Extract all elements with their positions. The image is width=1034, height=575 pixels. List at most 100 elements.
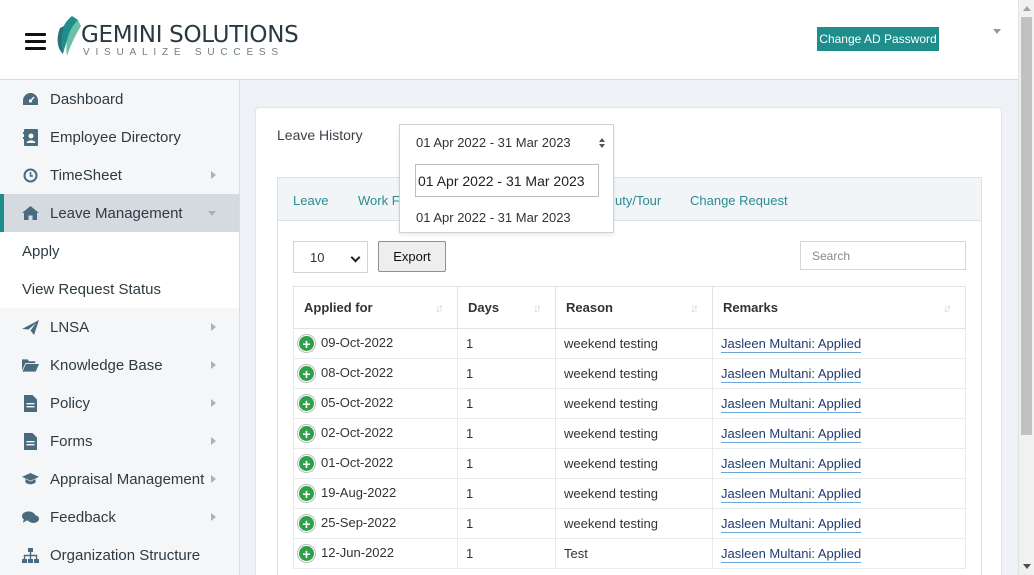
tab-change-request[interactable]: Change Request	[690, 193, 788, 208]
cell-reason: weekend testing	[555, 418, 713, 449]
expand-arrow-icon	[211, 171, 216, 179]
sidebar-item-organization-structure[interactable]: Organization Structure	[0, 536, 239, 574]
sidebar-item-lnsa[interactable]: LNSA	[0, 308, 239, 346]
period-option[interactable]: 01 Apr 2022 - 31 Mar 2023	[416, 210, 571, 225]
cell-days: 1	[457, 508, 556, 539]
sort-icon: ↓↑	[533, 301, 542, 315]
expand-row-plus-icon[interactable]: +	[298, 455, 315, 473]
cell-applied-for: +09-Oct-2022	[293, 328, 458, 359]
period-selected-value[interactable]: 01 Apr 2022 - 31 Mar 2023	[416, 135, 571, 150]
expand-arrow-icon	[211, 399, 216, 407]
cell-days: 1	[457, 538, 556, 569]
comments-icon	[22, 509, 39, 526]
period-search-input[interactable]	[415, 164, 599, 197]
collapse-arrow-icon	[208, 211, 216, 216]
change-ad-password-button[interactable]: Change AD Password	[817, 27, 939, 51]
sidebar-item-label: Forms	[50, 432, 93, 450]
expand-row-plus-icon[interactable]: +	[298, 425, 315, 443]
cell-applied-for: +08-Oct-2022	[293, 358, 458, 389]
cell-reason: weekend testing	[555, 358, 713, 389]
sidebar-item-label: Leave Management	[50, 204, 183, 222]
column-header-label: Remarks	[723, 300, 778, 315]
scroll-thumb[interactable]	[1021, 17, 1032, 435]
table-row: +09-Oct-2022 1 weekend testing Jasleen M…	[293, 328, 966, 359]
sidebar-item-leave-management[interactable]: Leave Management	[0, 194, 239, 232]
sort-icon: ↓↑	[943, 301, 952, 315]
remarks-link[interactable]: Jasleen Multani: Applied	[721, 336, 862, 353]
sidebar-subitem-apply[interactable]: Apply	[0, 232, 239, 270]
remarks-link[interactable]: Jasleen Multani: Applied	[721, 396, 862, 413]
remarks-link[interactable]: Jasleen Multani: Applied	[721, 456, 862, 473]
page-scrollbar[interactable]	[1018, 0, 1034, 575]
chevron-down-icon	[350, 252, 361, 263]
sidebar-item-employee-directory[interactable]: Employee Directory	[0, 118, 239, 156]
sidebar-item-label: Employee Directory	[50, 128, 181, 146]
file-icon	[22, 432, 39, 450]
sidebar-item-dashboard[interactable]: Dashboard	[0, 80, 239, 118]
scroll-down-icon[interactable]	[1023, 564, 1031, 569]
cell-applied-for: +12-Jun-2022	[293, 538, 458, 569]
period-dropdown[interactable]: 01 Apr 2022 - 31 Mar 2023 01 Apr 2022 - …	[399, 124, 614, 233]
table-row: +02-Oct-2022 1 weekend testing Jasleen M…	[293, 418, 966, 449]
expand-row-plus-icon[interactable]: +	[298, 335, 315, 353]
page-length-select[interactable]: 10	[293, 241, 368, 273]
expand-arrow-icon	[211, 437, 216, 445]
applied-for-value: 25-Sep-2022	[321, 514, 397, 530]
remarks-link[interactable]: Jasleen Multani: Applied	[721, 366, 862, 383]
cell-applied-for: +02-Oct-2022	[293, 418, 458, 449]
sidebar-item-label: Policy	[50, 394, 91, 412]
remarks-link[interactable]: Jasleen Multani: Applied	[721, 546, 862, 563]
export-button[interactable]: Export	[378, 241, 446, 272]
tab-leave[interactable]: Leave	[293, 193, 328, 208]
sidebar-item-appraisal-management[interactable]: Appraisal Management	[0, 460, 239, 498]
applied-for-value: 01-Oct-2022	[321, 454, 394, 470]
sidebar-item-forms[interactable]: Forms	[0, 422, 239, 460]
tab-work-from-home[interactable]: Work Fr	[358, 193, 404, 208]
cell-days: 1	[457, 328, 556, 359]
remarks-link[interactable]: Jasleen Multani: Applied	[721, 426, 862, 443]
company-logo[interactable]: GEMINI SOLUTIONS VISUALIZE SUCCESS	[54, 14, 299, 62]
cell-remarks: Jasleen Multani: Applied	[712, 508, 966, 539]
tab-duty-tour[interactable]: uty/Tour	[615, 193, 661, 208]
cell-remarks: Jasleen Multani: Applied	[712, 418, 966, 449]
remarks-link[interactable]: Jasleen Multani: Applied	[721, 516, 862, 533]
expand-row-plus-icon[interactable]: +	[298, 485, 315, 503]
cell-reason: weekend testing	[555, 508, 713, 539]
logo-tagline: VISUALIZE SUCCESS	[83, 47, 284, 58]
remarks-link[interactable]: Jasleen Multani: Applied	[721, 486, 862, 503]
user-menu-caret-icon[interactable]	[993, 29, 1001, 34]
cell-reason: weekend testing	[555, 478, 713, 509]
tab-bar: Leave Work Fr uty/Tour Change Request	[278, 178, 981, 221]
sidebar-item-timesheet[interactable]: TimeSheet	[0, 156, 239, 194]
expand-row-plus-icon[interactable]: +	[298, 395, 315, 413]
sidebar-item-label: Feedback	[50, 508, 116, 526]
column-header-applied-for[interactable]: Applied for ↓↑	[293, 286, 458, 329]
sidebar-item-label: LNSA	[50, 318, 90, 336]
menu-toggle-icon[interactable]	[25, 33, 46, 50]
column-header-label: Days	[468, 300, 500, 315]
caret-up-icon	[599, 138, 605, 142]
scroll-up-icon[interactable]	[1023, 6, 1031, 11]
sidebar-subitem-view-request-status[interactable]: View Request Status	[0, 270, 239, 308]
cell-remarks: Jasleen Multani: Applied	[712, 448, 966, 479]
page-length-value: 10	[310, 249, 325, 265]
expand-row-plus-icon[interactable]: +	[298, 515, 315, 533]
expand-arrow-icon	[211, 513, 216, 521]
caret-down-icon	[599, 144, 605, 148]
home-icon	[22, 205, 39, 222]
sidebar-item-knowledge-base[interactable]: Knowledge Base	[0, 346, 239, 384]
table-search-input[interactable]	[800, 241, 966, 270]
table-row: +01-Oct-2022 1 weekend testing Jasleen M…	[293, 448, 966, 479]
cell-reason: weekend testing	[555, 328, 713, 359]
sidebar-item-policy[interactable]: Policy	[0, 384, 239, 422]
cell-remarks: Jasleen Multani: Applied	[712, 328, 966, 359]
expand-row-plus-icon[interactable]: +	[298, 365, 315, 383]
sidebar-item-label: Knowledge Base	[50, 356, 163, 374]
sitemap-icon	[22, 547, 39, 564]
table-row: +19-Aug-2022 1 weekend testing Jasleen M…	[293, 478, 966, 509]
column-header-reason[interactable]: Reason ↓↑	[555, 286, 713, 329]
expand-row-plus-icon[interactable]: +	[298, 545, 315, 563]
column-header-remarks[interactable]: Remarks ↓↑	[712, 286, 966, 329]
column-header-days[interactable]: Days ↓↑	[457, 286, 556, 329]
sidebar-item-feedback[interactable]: Feedback	[0, 498, 239, 536]
